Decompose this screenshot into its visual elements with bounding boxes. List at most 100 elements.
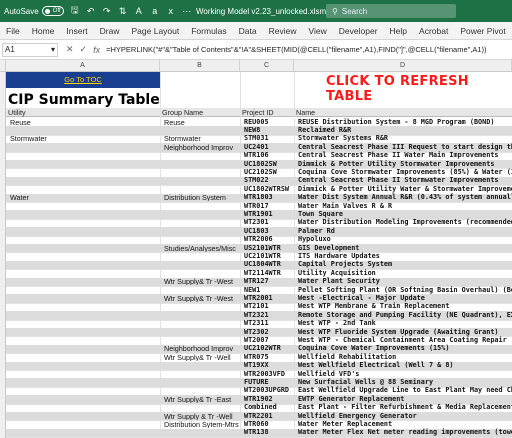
utility-cell[interactable]: [8, 260, 160, 268]
project-id-cell[interactable]: WTR1803: [242, 193, 294, 201]
project-id-cell[interactable]: WTR075: [242, 353, 294, 361]
utility-cell[interactable]: [8, 126, 160, 134]
project-id-cell[interactable]: WTR138: [242, 428, 294, 436]
group-name-cell[interactable]: Wtr Supply& Tr -East: [162, 395, 240, 403]
redo-icon[interactable]: ↷: [102, 6, 112, 17]
project-name-cell[interactable]: West Wellfield Electrical (Well 7 & 8): [296, 361, 512, 369]
utility-cell[interactable]: [8, 403, 160, 411]
font-size-up-icon[interactable]: A: [134, 6, 144, 16]
project-id-cell[interactable]: WT2321: [242, 311, 294, 319]
utility-cell[interactable]: [8, 168, 160, 176]
project-id-cell[interactable]: WTR127: [242, 277, 294, 285]
project-id-cell[interactable]: WT2007: [242, 336, 294, 344]
group-name-cell[interactable]: [162, 227, 240, 235]
project-id-cell[interactable]: UC1804WTR: [242, 260, 294, 268]
group-name-cell[interactable]: Wtr Supply& Tr -West: [162, 294, 240, 302]
sort-icon[interactable]: ⇅: [118, 6, 128, 17]
tab-acrobat[interactable]: Acrobat: [413, 26, 454, 36]
project-name-cell[interactable]: Water Meter Replacement: [296, 420, 512, 428]
project-name-cell[interactable]: Coquina Cove Stormwater Improvements (85…: [296, 168, 512, 176]
utility-cell[interactable]: [8, 361, 160, 369]
utility-cell[interactable]: [8, 227, 160, 235]
utility-cell[interactable]: [8, 386, 160, 394]
project-id-cell[interactable]: UC2101WTR: [242, 252, 294, 260]
utility-cell[interactable]: [8, 336, 160, 344]
utility-cell[interactable]: [8, 151, 160, 159]
column-header-c[interactable]: C: [240, 60, 294, 72]
group-name-cell[interactable]: [162, 428, 240, 436]
font-size-down-icon[interactable]: a: [150, 6, 160, 16]
utility-cell[interactable]: [8, 378, 160, 386]
project-id-cell[interactable]: Combined: [242, 403, 294, 411]
utility-cell[interactable]: [8, 294, 160, 302]
utility-cell[interactable]: [8, 176, 160, 184]
project-name-cell[interactable]: Water Meter Flex Net meter reading impro…: [296, 428, 512, 436]
utility-cell[interactable]: [8, 302, 160, 310]
project-name-cell[interactable]: West WTP Fluoride System Upgrade (Awaiti…: [296, 328, 512, 336]
autosave-control[interactable]: AutoSave Off: [4, 6, 64, 16]
project-name-cell[interactable]: Wellfield Emergency Generator: [296, 412, 512, 420]
project-id-cell[interactable]: UC1802WTRSW: [242, 185, 294, 193]
project-id-cell[interactable]: NEW1: [242, 286, 294, 294]
utility-cell[interactable]: Reuse: [8, 118, 160, 126]
header-name[interactable]: Name: [294, 108, 512, 117]
project-name-cell[interactable]: Pellet Softing Plant (OR Softning Basin …: [296, 286, 512, 294]
project-id-cell[interactable]: WTR106: [242, 151, 294, 159]
enter-icon[interactable]: ✓: [80, 44, 88, 55]
group-name-cell[interactable]: [162, 378, 240, 386]
group-name-cell[interactable]: [162, 126, 240, 134]
group-name-cell[interactable]: Wtr Supply& Tr -Well: [162, 353, 240, 361]
project-id-cell[interactable]: WTR017: [242, 202, 294, 210]
project-id-cell[interactable]: STM031: [242, 134, 294, 142]
project-name-cell[interactable]: Wellfield Rehabilitation: [296, 353, 512, 361]
group-name-cell[interactable]: Studies/Analyses/Misc: [162, 244, 240, 252]
project-name-cell[interactable]: West WTP - Chemical Containment Area Coa…: [296, 336, 512, 344]
group-name-cell[interactable]: [162, 218, 240, 226]
project-id-cell[interactable]: UC2102WTR: [242, 344, 294, 352]
group-name-cell[interactable]: [162, 361, 240, 369]
utility-cell[interactable]: [8, 252, 160, 260]
group-name-cell[interactable]: [162, 235, 240, 243]
header-group-name[interactable]: Group Name: [160, 108, 240, 117]
column-header-b[interactable]: B: [160, 60, 240, 72]
group-name-cell[interactable]: [162, 202, 240, 210]
project-id-cell[interactable]: UC2401: [242, 143, 294, 151]
group-name-cell[interactable]: [162, 160, 240, 168]
utility-cell[interactable]: [8, 353, 160, 361]
group-name-cell[interactable]: [162, 151, 240, 159]
project-name-cell[interactable]: REUSE Distribution System - 8 MGD Progra…: [296, 118, 512, 126]
group-name-cell[interactable]: Distribution System: [162, 193, 240, 201]
project-name-cell[interactable]: EWTP Generator Replacement: [296, 395, 512, 403]
project-name-cell[interactable]: New Surfacial Wells @ 88 Seminary: [296, 378, 512, 386]
tab-view[interactable]: View: [303, 26, 333, 36]
superscript-icon[interactable]: x: [166, 6, 176, 16]
tab-formulas[interactable]: Formulas: [185, 26, 232, 36]
project-name-cell[interactable]: Water Main Valves R & R: [296, 202, 512, 210]
utility-cell[interactable]: [8, 143, 160, 151]
autosave-toggle[interactable]: Off: [41, 6, 64, 16]
utility-cell[interactable]: [8, 328, 160, 336]
project-id-cell[interactable]: WT19XX: [242, 361, 294, 369]
more-icon[interactable]: ⋯: [182, 6, 192, 17]
group-name-cell[interactable]: Neighborhood Improv: [162, 143, 240, 151]
utility-cell[interactable]: [8, 395, 160, 403]
utility-cell[interactable]: [8, 420, 160, 428]
utility-cell[interactable]: [8, 412, 160, 420]
project-name-cell[interactable]: ITS Hardware Updates: [296, 252, 512, 260]
group-name-cell[interactable]: [162, 176, 240, 184]
name-box[interactable]: A1 ▾: [2, 42, 58, 57]
group-name-cell[interactable]: Distribution Sytem-Mtrs: [162, 420, 240, 428]
project-id-cell[interactable]: US2101WTR: [242, 244, 294, 252]
undo-icon[interactable]: ↶: [86, 6, 96, 17]
cancel-icon[interactable]: ✕: [66, 44, 74, 55]
project-name-cell[interactable]: East Plant - Filter Refurbishment & Medi…: [296, 403, 512, 411]
project-name-cell[interactable]: Water Dist System Annual R&R (0.43% of s…: [296, 193, 512, 201]
utility-cell[interactable]: [8, 160, 160, 168]
group-name-cell[interactable]: [162, 260, 240, 268]
tab-insert[interactable]: Insert: [60, 26, 93, 36]
header-project-id[interactable]: Project ID: [240, 108, 294, 117]
utility-cell[interactable]: [8, 218, 160, 226]
group-name-cell[interactable]: [162, 252, 240, 260]
group-name-cell[interactable]: [162, 185, 240, 193]
group-name-cell[interactable]: [162, 319, 240, 327]
